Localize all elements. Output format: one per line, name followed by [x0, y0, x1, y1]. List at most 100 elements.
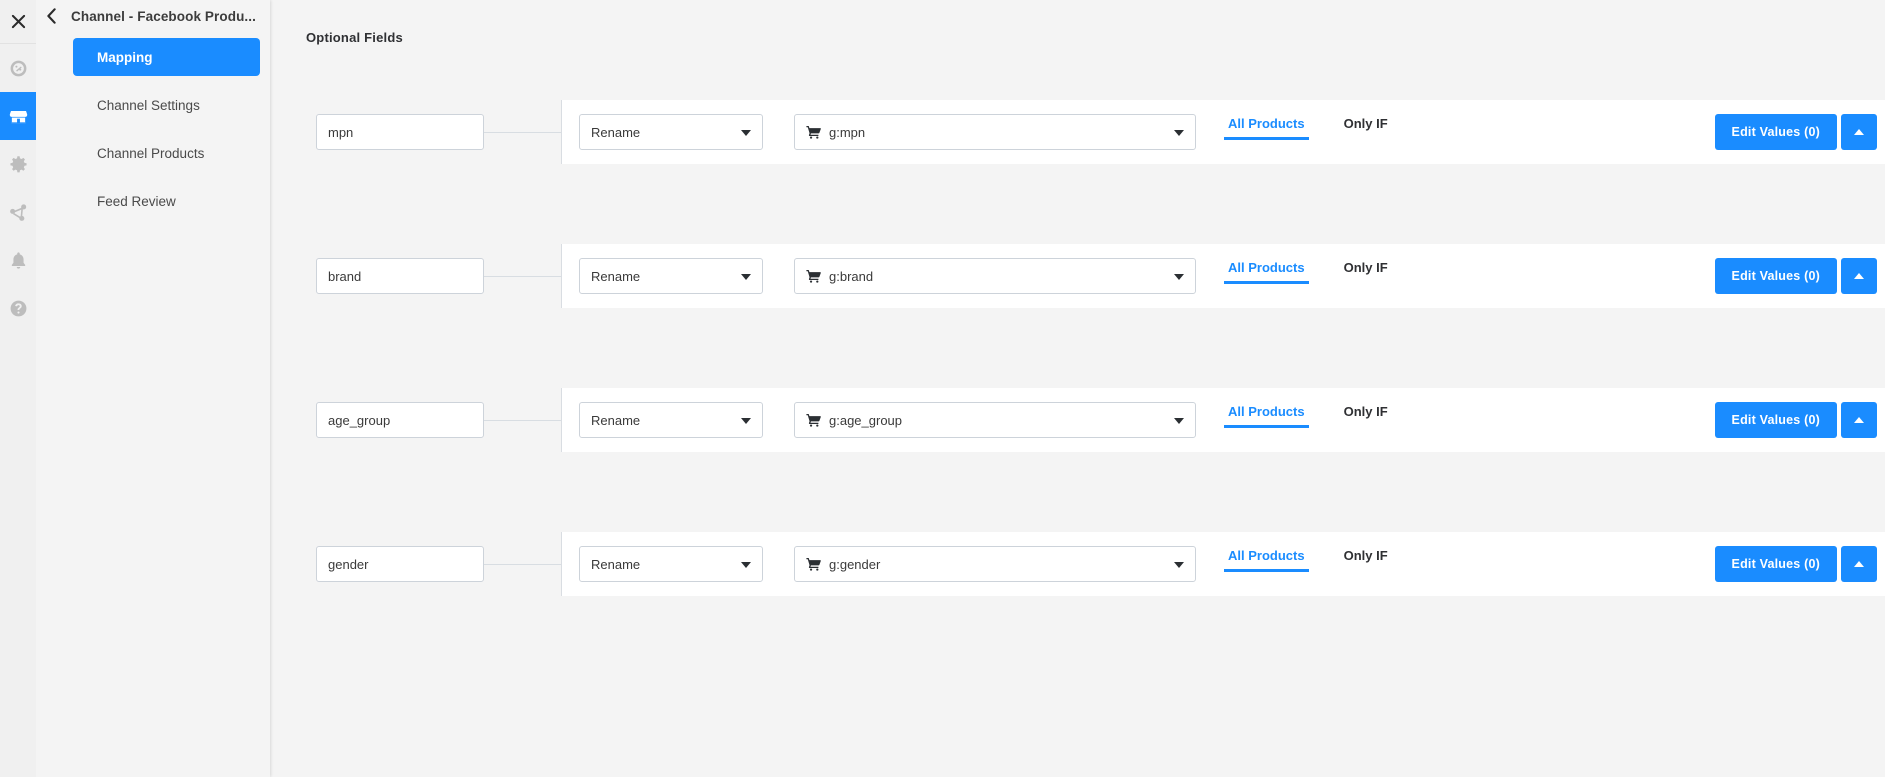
help-circle-icon [10, 300, 26, 316]
mapping-card: Rename g:gender All Products Only IF Edi… [561, 532, 1885, 596]
tab-only-if[interactable]: Only IF [1340, 260, 1392, 284]
gear-icon [9, 155, 27, 172]
rail-item-notifications[interactable] [0, 236, 36, 284]
edit-values-button[interactable]: Edit Values (0) [1714, 546, 1837, 582]
collapse-row-button[interactable] [1841, 258, 1877, 294]
chevron-up-icon [1854, 417, 1864, 423]
sidebar-item-feed-review[interactable]: Feed Review [73, 182, 260, 220]
sidebar-item-label: Mapping [97, 49, 153, 65]
chevron-down-icon [1174, 274, 1184, 280]
mapping-card: Rename g:mpn All Products Only IF Edit V… [561, 100, 1885, 164]
source-field-wrap [270, 388, 561, 452]
sidebar-item-label: Channel Settings [97, 97, 200, 113]
shopping-cart-icon [806, 414, 821, 427]
close-button[interactable] [0, 0, 36, 44]
app-root: Channel - Facebook Produ... Mapping Chan… [0, 0, 1885, 777]
chevron-up-icon [1854, 129, 1864, 135]
chevron-up-icon [1854, 561, 1864, 567]
collapse-row-button[interactable] [1841, 546, 1877, 582]
row-actions: Edit Values (0) [1714, 546, 1877, 582]
source-field-input[interactable] [316, 114, 484, 150]
edit-values-button[interactable]: Edit Values (0) [1714, 258, 1837, 294]
chevron-down-icon [1174, 418, 1184, 424]
edit-values-button[interactable]: Edit Values (0) [1714, 114, 1837, 150]
tab-all-products[interactable]: All Products [1224, 260, 1309, 284]
chevron-up-icon [1854, 273, 1864, 279]
shopping-cart-icon [806, 270, 821, 283]
target-field-select[interactable]: g:brand [794, 258, 1196, 294]
sidebar-item-channel-settings[interactable]: Channel Settings [73, 86, 260, 124]
channel-sidebar: Channel - Facebook Produ... Mapping Chan… [36, 0, 270, 777]
row-actions: Edit Values (0) [1714, 114, 1877, 150]
source-field-input[interactable] [316, 258, 484, 294]
chevron-down-icon [741, 418, 751, 424]
chevron-down-icon [741, 274, 751, 280]
collapse-row-button[interactable] [1841, 114, 1877, 150]
action-select[interactable]: Rename [579, 546, 763, 582]
target-field-value: g:age_group [829, 412, 903, 428]
source-field-wrap [270, 244, 561, 308]
rail-item-settings[interactable] [0, 140, 36, 188]
target-field-value: g:brand [829, 268, 874, 284]
shopping-cart-icon [806, 126, 821, 139]
section-title: Optional Fields [306, 30, 403, 45]
target-field-select[interactable]: g:gender [794, 546, 1196, 582]
scope-tabs: All Products Only IF [1224, 112, 1392, 152]
chevron-down-icon [1174, 130, 1184, 136]
mapping-row: Rename g:age_group All Products Only IF … [270, 388, 1885, 452]
collapse-row-button[interactable] [1841, 402, 1877, 438]
target-field-value: g:mpn [829, 124, 866, 140]
action-select[interactable]: Rename [579, 402, 763, 438]
chevron-down-icon [741, 562, 751, 568]
action-select-value: Rename [591, 124, 641, 140]
row-actions: Edit Values (0) [1714, 402, 1877, 438]
source-field-input[interactable] [316, 546, 484, 582]
tab-only-if[interactable]: Only IF [1340, 404, 1392, 428]
sidebar-nav: Mapping Channel Settings Channel Product… [36, 32, 270, 220]
store-icon [9, 110, 27, 124]
action-select[interactable]: Rename [579, 258, 763, 294]
row-actions: Edit Values (0) [1714, 258, 1877, 294]
tab-all-products[interactable]: All Products [1224, 116, 1309, 140]
source-field-input[interactable] [316, 402, 484, 438]
icon-rail [0, 0, 36, 777]
target-field-select[interactable]: g:age_group [794, 402, 1196, 438]
mapping-connector-line [484, 131, 561, 133]
sidebar-item-label: Channel Products [97, 145, 205, 161]
source-field-wrap [270, 100, 561, 164]
mapping-row: Rename g:gender All Products Only IF Edi… [270, 532, 1885, 596]
rail-item-help[interactable] [0, 284, 36, 332]
scope-tabs: All Products Only IF [1224, 256, 1392, 296]
mapping-row: Rename g:mpn All Products Only IF Edit V… [270, 100, 1885, 164]
mapping-row: Rename g:brand All Products Only IF Edit… [270, 244, 1885, 308]
share-network-icon [9, 203, 26, 221]
action-select-value: Rename [591, 556, 641, 572]
main-content: Optional Fields Rename g:mpn All [270, 0, 1885, 777]
action-select-value: Rename [591, 268, 641, 284]
mapping-connector-line [484, 275, 561, 277]
mapping-card: Rename g:brand All Products Only IF Edit… [561, 244, 1885, 308]
tab-all-products[interactable]: All Products [1224, 404, 1309, 428]
rail-item-dashboard[interactable] [0, 44, 36, 92]
mapping-connector-line [484, 419, 561, 421]
target-field-select[interactable]: g:mpn [794, 114, 1196, 150]
sidebar-item-channel-products[interactable]: Channel Products [73, 134, 260, 172]
chevron-left-icon[interactable] [46, 8, 57, 24]
page-title: Channel - Facebook Produ... [71, 8, 256, 24]
dashboard-icon [10, 60, 26, 76]
tab-only-if[interactable]: Only IF [1340, 548, 1392, 572]
close-icon [11, 14, 25, 29]
rail-item-share[interactable] [0, 188, 36, 236]
sidebar-item-mapping[interactable]: Mapping [73, 38, 260, 76]
action-select[interactable]: Rename [579, 114, 763, 150]
sidebar-header: Channel - Facebook Produ... [36, 0, 270, 32]
chevron-down-icon [741, 130, 751, 136]
edit-values-button[interactable]: Edit Values (0) [1714, 402, 1837, 438]
sidebar-item-label: Feed Review [97, 193, 176, 209]
mapping-connector-line [484, 563, 561, 565]
action-select-value: Rename [591, 412, 641, 428]
rail-item-store[interactable] [0, 92, 36, 140]
bell-icon [11, 251, 25, 269]
tab-all-products[interactable]: All Products [1224, 548, 1309, 572]
tab-only-if[interactable]: Only IF [1340, 116, 1392, 140]
